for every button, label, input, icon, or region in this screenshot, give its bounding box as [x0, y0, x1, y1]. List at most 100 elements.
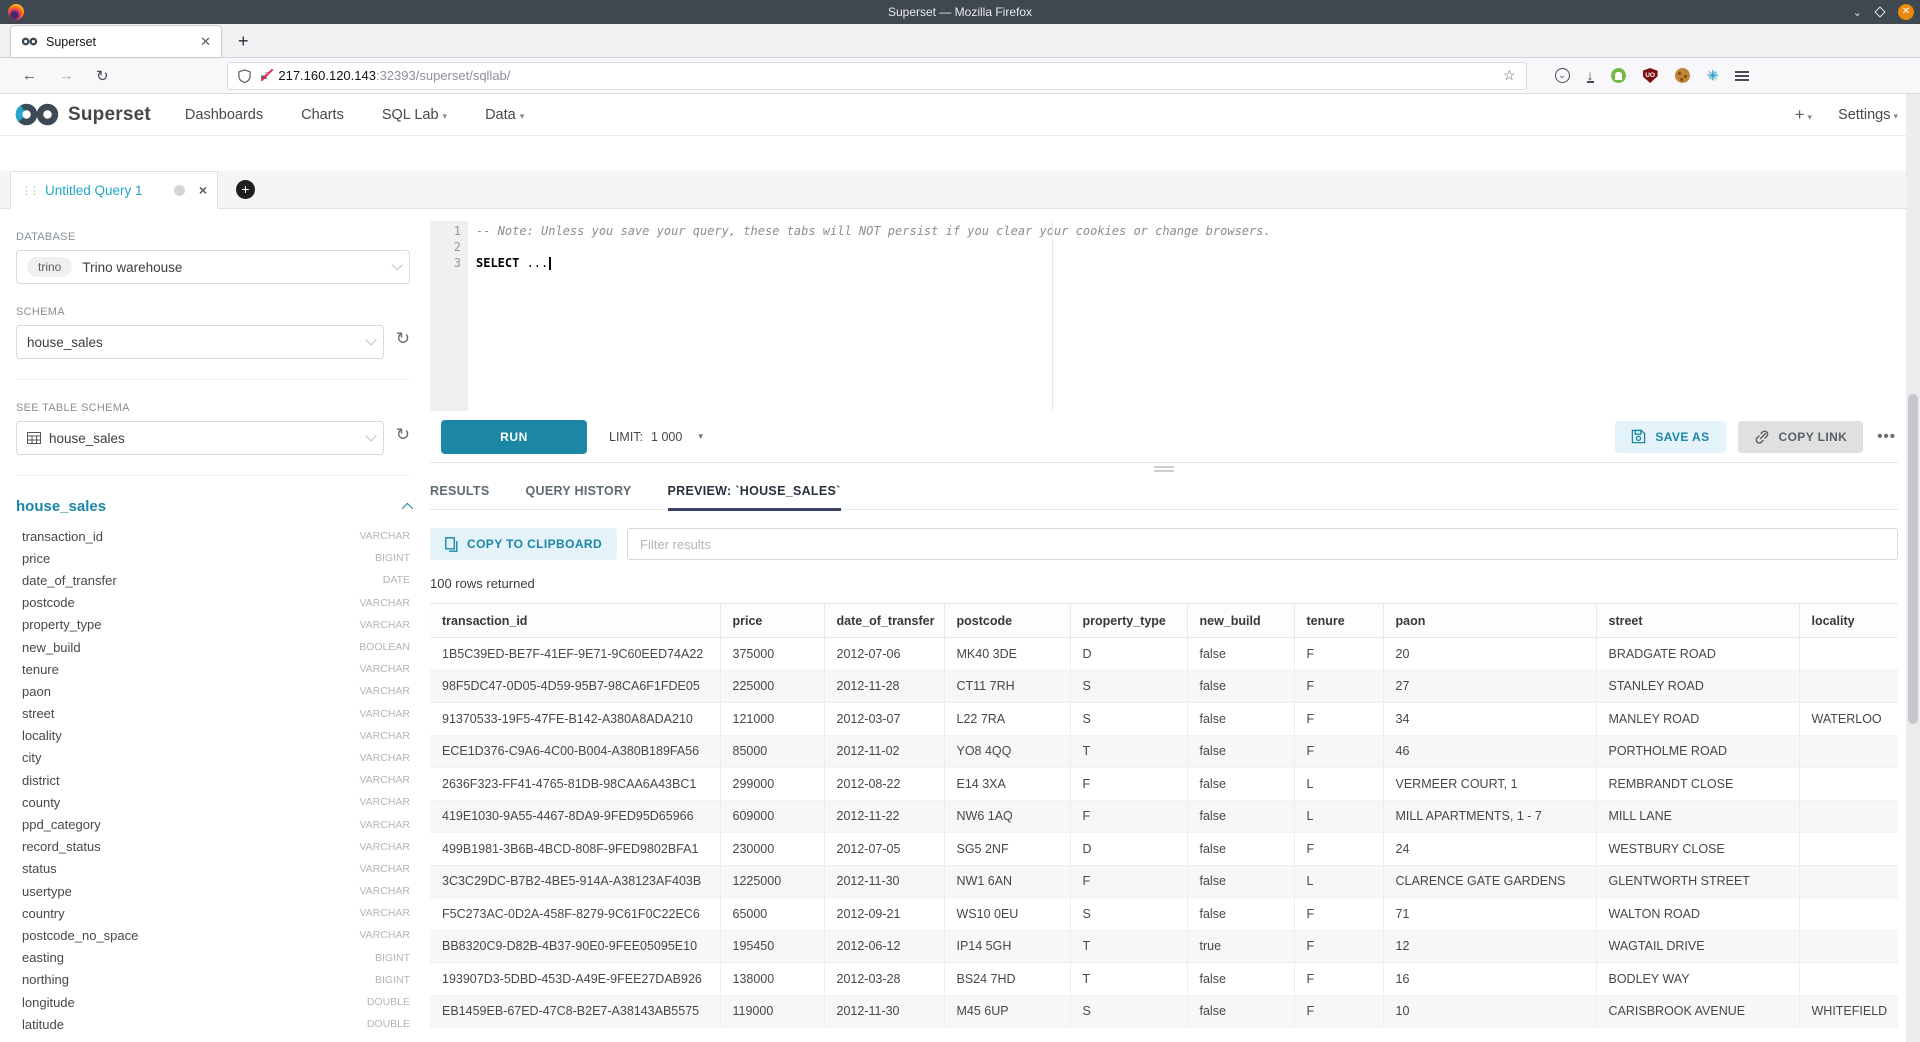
close-window-icon[interactable]: ✕	[1898, 4, 1914, 20]
page-scrollbar[interactable]	[1906, 94, 1920, 1042]
cell-date-of-transfer: 2012-08-22	[824, 768, 944, 801]
tab-query-history[interactable]: QUERY HISTORY	[526, 472, 632, 510]
menu-icon[interactable]	[1735, 71, 1749, 81]
insecure-lock-icon[interactable]: 🔓︎	[261, 68, 269, 83]
nav-dashboards[interactable]: Dashboards	[185, 107, 263, 123]
column-header[interactable]: postcode	[944, 604, 1070, 638]
cell-price: 195450	[720, 930, 824, 963]
table-row[interactable]: 499B1981-3B6B-4BCD-808F-9FED9802BFA1 230…	[430, 833, 1898, 866]
bookmark-star-icon[interactable]: ☆	[1503, 67, 1516, 84]
column-header[interactable]: price	[720, 604, 824, 638]
nav-charts[interactable]: Charts	[301, 107, 344, 123]
database-type-badge: trino	[27, 257, 72, 277]
column-list-item: easting BIGINT	[16, 947, 410, 969]
cell-paon: 16	[1383, 963, 1596, 996]
refresh-table-icon[interactable]: ↻	[396, 425, 410, 445]
drag-handle-icon[interactable]: ⋮⋮	[21, 184, 37, 197]
cell-tenure: L	[1294, 768, 1383, 801]
table-row[interactable]: EB1459EB-67ED-47C8-B2E7-A38143AB5575 119…	[430, 995, 1898, 1028]
extension-cookie-icon[interactable]	[1675, 68, 1690, 83]
settings-menu[interactable]: Settings▾	[1838, 107, 1898, 123]
cell-locality	[1799, 833, 1898, 866]
query-tab-strip: ⋮⋮ Untitled Query 1 × +	[0, 171, 1920, 209]
column-name: street	[22, 706, 55, 721]
tab-results[interactable]: RESULTS	[430, 472, 490, 510]
scrollbar-thumb[interactable]	[1908, 394, 1918, 724]
cell-postcode: MK40 3DE	[944, 638, 1070, 671]
cell-price: 230000	[720, 833, 824, 866]
column-header[interactable]: tenure	[1294, 604, 1383, 638]
editor-print-margin	[1052, 221, 1053, 411]
sql-editor[interactable]: 123 -- Note: Unless you save your query,…	[430, 221, 1898, 411]
new-tab-icon[interactable]: +	[238, 31, 249, 52]
more-options-icon[interactable]: •••	[1877, 428, 1896, 445]
cell-paon: 24	[1383, 833, 1596, 866]
nav-data[interactable]: Data▾	[485, 107, 524, 123]
url-bar[interactable]: 🔓︎ 217.160.120.143:32393/superset/sqllab…	[227, 62, 1527, 90]
table-row[interactable]: 2636F323-FF41-4765-81DB-98CAA6A43BC1 299…	[430, 768, 1898, 801]
query-tab[interactable]: ⋮⋮ Untitled Query 1 ×	[10, 171, 218, 209]
add-new-button[interactable]: +▾	[1795, 105, 1812, 125]
table-row[interactable]: BB8320C9-D82B-4B37-90E0-9FEE05095E10 195…	[430, 930, 1898, 963]
table-row[interactable]: 98F5DC47-0D05-4D59-95B7-98CA6F1FDE05 225…	[430, 670, 1898, 703]
cell-locality	[1799, 768, 1898, 801]
column-name: northing	[22, 972, 69, 987]
column-header[interactable]: paon	[1383, 604, 1596, 638]
superset-infinity-icon	[14, 103, 60, 126]
schema-select[interactable]: house_sales	[16, 325, 384, 359]
superset-logo[interactable]: Superset	[14, 103, 151, 126]
extension-ublock-icon[interactable]: UO	[1643, 68, 1658, 83]
nav-sql-lab[interactable]: SQL Lab▾	[382, 107, 447, 123]
browser-toolbar: ← → ↻ 🔓︎ 217.160.120.143:32393/superset/…	[0, 58, 1920, 94]
table-row[interactable]: 1B5C39ED-BE7F-41EF-9E71-9C60EED74A22 375…	[430, 638, 1898, 671]
back-icon[interactable]: ←	[22, 67, 37, 85]
cell-date-of-transfer: 2012-11-02	[824, 735, 944, 768]
tab-preview-house-sales[interactable]: PREVIEW: `HOUSE_SALES`	[668, 472, 841, 510]
database-select[interactable]: trino Trino warehouse	[16, 250, 410, 284]
refresh-schema-icon[interactable]: ↻	[396, 329, 410, 349]
copy-to-clipboard-button[interactable]: COPY TO CLIPBOARD	[430, 528, 617, 560]
column-header[interactable]: transaction_id	[430, 604, 720, 638]
cell-price: 85000	[720, 735, 824, 768]
copy-link-button[interactable]: COPY LINK	[1738, 421, 1864, 453]
table-row[interactable]: ECE1D376-C9A6-4C00-B004-A380B189FA56 850…	[430, 735, 1898, 768]
table-row[interactable]: F5C273AC-0D2A-458F-8279-9C61F0C22EC6 650…	[430, 898, 1898, 931]
column-header[interactable]: date_of_transfer	[824, 604, 944, 638]
download-icon[interactable]: ↓	[1587, 69, 1594, 83]
table-schema-label: SEE TABLE SCHEMA	[16, 402, 410, 414]
column-header[interactable]: new_build	[1187, 604, 1294, 638]
table-row[interactable]: 193907D3-5DBD-453D-A49E-9FEE27DAB926 138…	[430, 963, 1898, 996]
reload-icon[interactable]: ↻	[96, 67, 109, 85]
tab-close-icon[interactable]: ✕	[200, 34, 211, 50]
results-table-wrap: transaction_idpricedate_of_transferpostc…	[430, 603, 1898, 1042]
table-select[interactable]: house_sales	[16, 421, 384, 455]
table-row[interactable]: 3C3C29DC-B7B2-4BE5-914A-A38123AF403B 122…	[430, 865, 1898, 898]
column-type: BOOLEAN	[359, 641, 410, 653]
sqllab-sidebar: DATABASE trino Trino warehouse SCHEMA ho…	[0, 209, 430, 1042]
forward-icon[interactable]: →	[59, 67, 74, 85]
pocket-icon[interactable]: ⌄	[1555, 68, 1570, 83]
tracking-shield-icon[interactable]	[238, 69, 251, 83]
maximize-icon[interactable]	[1874, 6, 1885, 17]
chevron-down-icon	[365, 334, 376, 345]
column-name: district	[22, 773, 60, 788]
filter-results-input[interactable]	[627, 528, 1898, 560]
add-query-tab-icon[interactable]: +	[236, 180, 255, 199]
save-as-button[interactable]: SAVE AS	[1615, 421, 1725, 453]
column-header[interactable]: locality	[1799, 604, 1898, 638]
browser-tab[interactable]: Superset ✕	[10, 25, 222, 57]
column-type: BIGINT	[375, 974, 410, 986]
extension-asterisk-icon[interactable]: ✳	[1707, 67, 1719, 84]
collapse-icon[interactable]	[402, 502, 413, 513]
column-header[interactable]: property_type	[1070, 604, 1187, 638]
limit-dropdown[interactable]: LIMIT:1 000 ▾	[609, 430, 703, 444]
column-header[interactable]: street	[1596, 604, 1799, 638]
cell-date-of-transfer: 2012-11-22	[824, 800, 944, 833]
run-button[interactable]: RUN	[441, 420, 587, 454]
column-type: VARCHAR	[359, 907, 410, 919]
table-row[interactable]: 91370533-19F5-47FE-B142-A380A8ADA210 121…	[430, 703, 1898, 736]
table-row[interactable]: 419E1030-9A55-4467-8DA9-9FED95D65966 609…	[430, 800, 1898, 833]
close-query-tab-icon[interactable]: ×	[199, 182, 207, 198]
extension-ghostery-icon[interactable]	[1611, 68, 1626, 83]
window-menu-chevron-icon[interactable]: ⌄	[1853, 6, 1862, 19]
